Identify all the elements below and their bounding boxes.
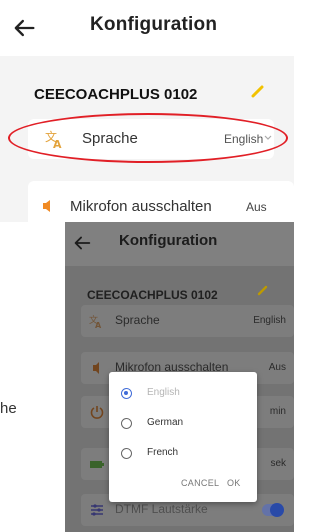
ok-button[interactable]: OK	[227, 478, 241, 488]
page-title: Konfiguration	[90, 14, 218, 35]
radio-unselected[interactable]	[121, 418, 132, 429]
cancel-button[interactable]: CANCEL	[181, 478, 219, 488]
language-option-french[interactable]: French	[119, 444, 249, 466]
screenshot-language-dialog: Konfiguration CEECOACHPLUS 0102 文 A Spra…	[65, 222, 294, 532]
device-name: CEECOACHPLUS 0102	[34, 86, 198, 103]
microphone-label: Mikrofon ausschalten	[70, 198, 212, 215]
translate-icon: 文 A	[45, 129, 62, 150]
language-option-german[interactable]: German	[119, 414, 249, 436]
edit-pencil-icon[interactable]	[250, 83, 266, 99]
cropped-text: he	[0, 400, 17, 417]
language-label: Sprache	[82, 130, 138, 147]
radio-selected[interactable]	[121, 388, 132, 399]
speaker-icon	[43, 200, 50, 212]
radio-unselected[interactable]	[121, 448, 132, 459]
microphone-value: Aus	[246, 200, 267, 214]
option-label: German	[147, 417, 184, 428]
chevron-down-icon	[264, 135, 272, 140]
microphone-setting-row[interactable]: Mikrofon ausschalten Aus	[28, 181, 294, 222]
app-bar: Konfiguration	[0, 0, 294, 56]
option-label: English	[147, 387, 180, 398]
language-setting-row[interactable]: 文 A Sprache English	[28, 119, 274, 159]
language-dialog: English German French CANCEL OK	[109, 372, 257, 502]
screenshot-configuration: Konfiguration CEECOACHPLUS 0102 文 A Spra…	[0, 0, 294, 222]
language-option-english[interactable]: English	[119, 384, 249, 406]
svg-text:A: A	[53, 138, 62, 150]
option-label: French	[147, 447, 179, 458]
language-value: English	[224, 132, 264, 146]
back-arrow-icon[interactable]	[10, 14, 38, 42]
